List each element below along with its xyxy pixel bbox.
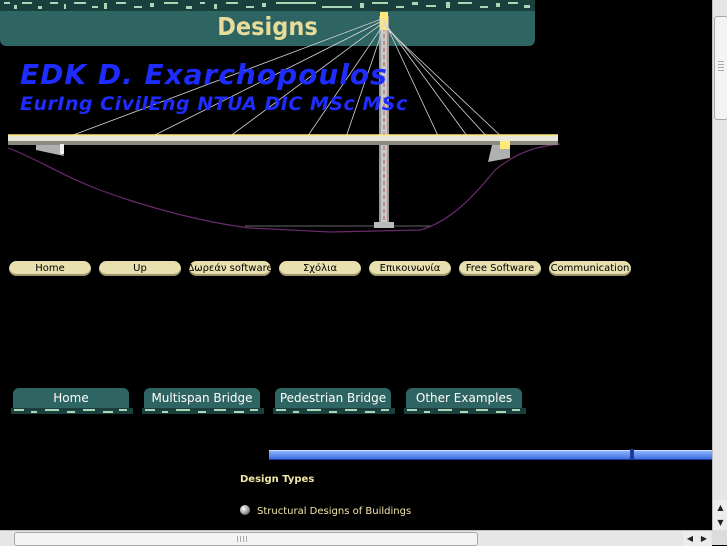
tab-multispan-bridge[interactable]: Multispan Bridge xyxy=(144,388,260,408)
divider-notch xyxy=(630,449,634,459)
tab-circuit-decoration xyxy=(11,408,133,414)
site-subtitle: EurIng CivilEng NTUA DIC MSc MSc xyxy=(20,93,408,115)
horizontal-scrollbar[interactable]: ◀ ▶ xyxy=(0,530,712,546)
site-title: EDK D. Exarchopoulos xyxy=(20,58,388,91)
scrollbar-corner xyxy=(712,530,727,545)
section-heading: Design Types xyxy=(240,474,315,485)
scroll-left-arrow-icon[interactable]: ◀ xyxy=(683,531,697,546)
designs-banner: Designs xyxy=(0,0,535,46)
tab-circuit-decoration xyxy=(142,408,264,414)
nav-communication-button[interactable]: Communication xyxy=(549,261,631,276)
horizontal-scroll-thumb[interactable] xyxy=(14,532,478,546)
structural-designs-link[interactable]: Structural Designs of Buildings xyxy=(257,506,411,517)
nav-up-button[interactable]: Up xyxy=(99,261,181,276)
tab-circuit-decoration xyxy=(273,408,395,414)
horizontal-divider xyxy=(269,450,712,460)
vertical-scroll-thumb[interactable] xyxy=(714,16,727,120)
nav-free-software-button[interactable]: Free Software xyxy=(459,261,541,276)
scroll-down-arrow-icon[interactable]: ▼ xyxy=(713,515,727,530)
nav-contact-gr-button[interactable]: Επικοινωνία xyxy=(369,261,451,276)
nav-comments-button[interactable]: Σχόλια xyxy=(279,261,361,276)
scroll-right-arrow-icon[interactable]: ▶ xyxy=(697,531,711,546)
vertical-scrollbar[interactable]: ▲ ▼ xyxy=(712,0,727,530)
nav-home-button[interactable]: Home xyxy=(9,261,91,276)
tab-other-examples[interactable]: Other Examples xyxy=(406,388,522,408)
page-viewport: EDK D. Exarchopoulos EurIng CivilEng NTU… xyxy=(0,0,712,530)
tab-home[interactable]: Home xyxy=(13,388,129,408)
scroll-up-arrow-icon[interactable]: ▲ xyxy=(713,500,727,515)
bullet-icon xyxy=(240,505,250,515)
tab-circuit-decoration xyxy=(404,408,526,414)
nav-free-software-gr-button[interactable]: Δωρεάν software xyxy=(187,261,273,276)
tab-pedestrian-bridge[interactable]: Pedestrian Bridge xyxy=(275,388,391,408)
page-title: Designs xyxy=(217,12,318,41)
